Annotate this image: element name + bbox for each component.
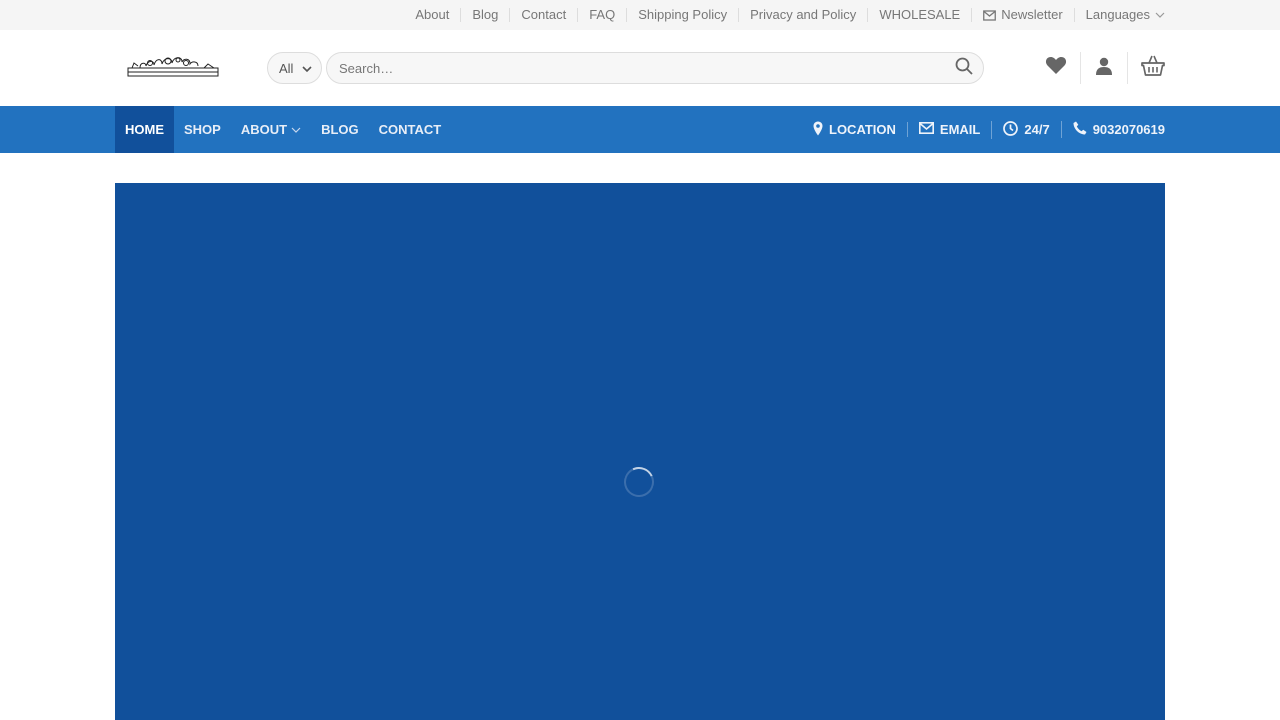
languages-label: Languages [1085,7,1150,22]
top-bar: About Blog Contact FAQ Shipping Policy P… [0,0,1280,30]
header-account-icons [1032,52,1165,84]
search-category-select[interactable]: All [267,52,322,84]
nav-hours-link[interactable]: 24/7 [991,120,1060,139]
chevron-down-icon [1155,12,1165,19]
cart-button[interactable] [1127,52,1165,84]
user-icon [1094,56,1114,81]
search-bar: All [267,52,984,84]
hero-slider [115,183,1165,720]
nav-item-about[interactable]: ABOUT [231,106,311,153]
main-nav-menu: HOME SHOP ABOUT BLOG CONTACT [115,106,451,153]
topbar-link-shipping-policy[interactable]: Shipping Policy [626,8,738,22]
basket-icon [1141,55,1165,81]
envelope-icon [983,9,997,21]
topbar-link-blog[interactable]: Blog [460,8,509,22]
nav-item-blog[interactable]: BLOG [311,106,369,153]
wishlist-button[interactable] [1032,52,1080,84]
topbar-link-about[interactable]: About [404,8,460,22]
topbar-link-contact[interactable]: Contact [509,8,577,22]
search-field-wrapper [326,52,984,84]
hours-label: 24/7 [1024,121,1050,137]
heart-icon [1045,56,1067,80]
envelope-icon [918,122,934,137]
chevron-down-icon [302,61,312,76]
topbar-link-privacy-policy[interactable]: Privacy and Policy [738,8,867,22]
nav-location-link[interactable]: LOCATION [802,121,907,139]
account-button[interactable] [1080,52,1127,84]
topbar-link-wholesale[interactable]: WHOLESALE [867,8,971,22]
search-category-value: All [279,60,294,76]
search-icon[interactable] [955,57,973,80]
nav-email-link[interactable]: EMAIL [906,121,991,137]
email-label: EMAIL [939,121,981,137]
chevron-down-icon [291,122,301,137]
newsletter-label: Newsletter [1001,7,1063,22]
nav-item-shop[interactable]: SHOP [174,106,231,153]
nav-phone-link[interactable]: 9032070619 [1060,121,1165,138]
contact-info-bar: LOCATION EMAIL 24/7 9032070619 [802,106,1165,153]
phone-label: 9032070619 [1092,121,1165,137]
clock-icon [1003,120,1019,139]
main-nav: HOME SHOP ABOUT BLOG CONTACT LOCATION EM… [0,106,1280,153]
nav-item-contact[interactable]: CONTACT [369,106,452,153]
site-header: All [0,30,1280,106]
location-label: LOCATION [829,121,896,137]
search-input[interactable] [337,59,955,77]
nav-item-about-label: ABOUT [240,122,288,137]
loading-spinner [619,462,659,502]
topbar-languages-dropdown[interactable]: Languages [1073,7,1165,22]
phone-icon [1073,121,1087,138]
topbar-link-newsletter[interactable]: Newsletter [971,8,1073,22]
nav-item-home[interactable]: HOME [115,106,174,153]
map-pin-icon [813,121,823,139]
site-logo[interactable] [126,52,222,82]
topbar-link-faq[interactable]: FAQ [577,8,626,22]
